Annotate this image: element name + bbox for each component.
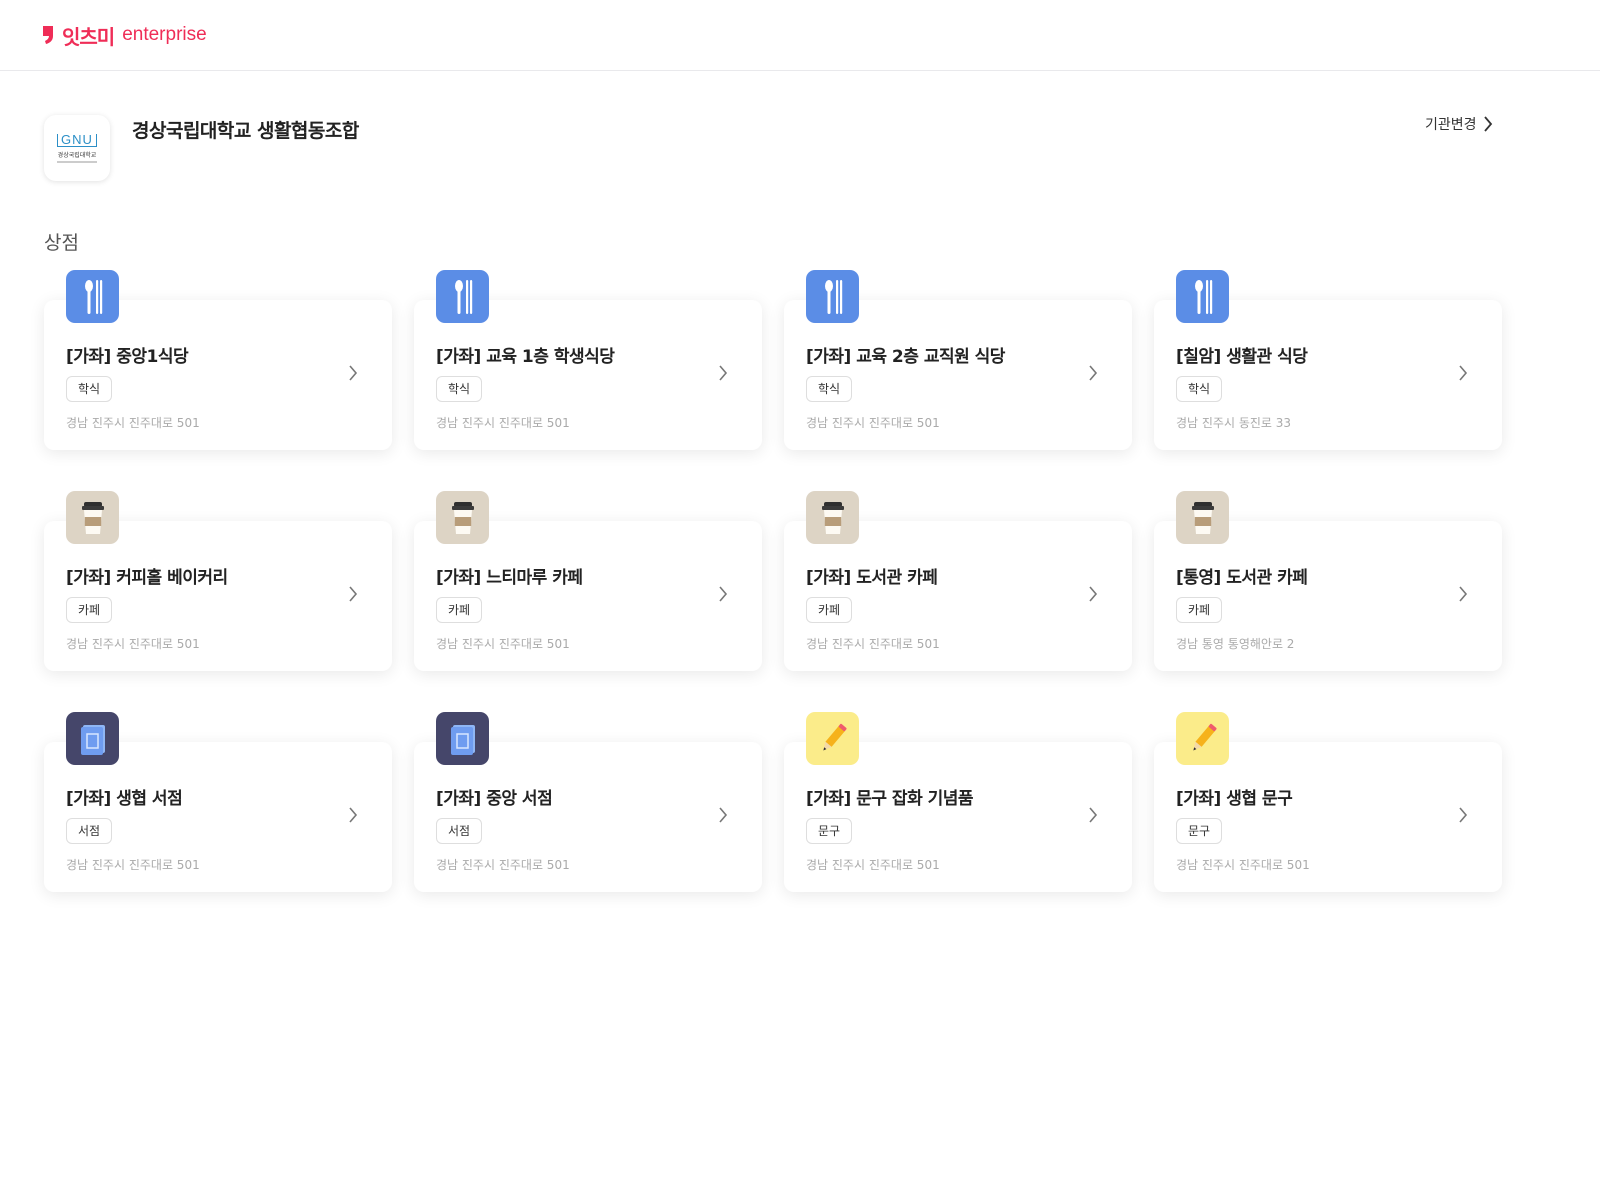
store-category-tag: 카페: [66, 597, 113, 623]
book-icon: [66, 712, 119, 765]
store-name: [통영] 도서관 카페: [1176, 568, 1308, 588]
store-card[interactable]: [가좌] 교육 1층 학생식당학식경남 진주시 진주대로 501: [414, 270, 762, 450]
coffee-cup-icon: [1176, 491, 1229, 544]
chevron-right-icon: [348, 364, 358, 386]
change-organization-button[interactable]: 기관변경: [1425, 114, 1493, 134]
store-card[interactable]: [통영] 도서관 카페카페경남 통영 통영해안로 2: [1154, 491, 1502, 671]
pencil-icon: [1176, 712, 1229, 765]
chevron-right-icon: [1088, 806, 1098, 828]
store-category-tag: 서점: [66, 818, 113, 844]
chevron-right-icon: [718, 585, 728, 607]
store-name: [가좌] 생협 서점: [66, 789, 183, 809]
store-card[interactable]: [가좌] 커피홀 베이커리카페경남 진주시 진주대로 501: [44, 491, 392, 671]
brand-name-en: enterprise: [122, 24, 207, 45]
store-category-tag: 문구: [1176, 818, 1223, 844]
change-organization-label: 기관변경: [1425, 117, 1477, 133]
chevron-right-icon: [718, 364, 728, 386]
store-address: 경남 통영 통영해안로 2: [1176, 637, 1295, 651]
utensils-icon: [1176, 270, 1229, 323]
store-name: [가좌] 교육 1층 학생식당: [436, 347, 615, 367]
store-address: 경남 진주시 진주대로 501: [436, 637, 570, 651]
store-address: 경남 진주시 진주대로 501: [436, 858, 570, 872]
store-card[interactable]: [가좌] 중앙 서점서점경남 진주시 진주대로 501: [414, 712, 762, 892]
section-title: 상점: [44, 232, 79, 254]
store-name: [가좌] 문구 잡화 기념품: [806, 789, 974, 809]
store-category-tag: 카페: [436, 597, 483, 623]
store-category-tag: 카페: [1176, 597, 1223, 623]
chevron-right-icon: [1458, 364, 1468, 386]
store-address: 경남 진주시 진주대로 501: [66, 416, 200, 430]
store-address: 경남 진주시 진주대로 501: [806, 416, 940, 430]
organization-logo: GNU 경상국립대학교: [44, 115, 110, 181]
brand-name-ko: 잇츠미: [62, 24, 115, 49]
organization-name: 경상국립대학교 생활협동조합: [132, 120, 359, 142]
store-category-tag: 서점: [436, 818, 483, 844]
store-card[interactable]: [가좌] 도서관 카페카페경남 진주시 진주대로 501: [784, 491, 1132, 671]
chevron-right-icon: [718, 806, 728, 828]
store-address: 경남 진주시 진주대로 501: [66, 637, 200, 651]
coffee-cup-icon: [806, 491, 859, 544]
store-card[interactable]: [가좌] 생협 서점서점경남 진주시 진주대로 501: [44, 712, 392, 892]
store-category-tag: 문구: [806, 818, 853, 844]
store-name: [가좌] 교육 2층 교직원 식당: [806, 347, 1005, 367]
store-address: 경남 진주시 진주대로 501: [806, 637, 940, 651]
store-name: [가좌] 커피홀 베이커리: [66, 568, 228, 588]
chevron-right-icon: [1088, 364, 1098, 386]
store-category-tag: 카페: [806, 597, 853, 623]
store-name: [가좌] 느티마루 카페: [436, 568, 583, 588]
organization-logo-line: [57, 160, 97, 163]
chevron-right-icon: [1088, 585, 1098, 607]
chevron-right-icon: [348, 585, 358, 607]
store-category-tag: 학식: [66, 376, 113, 402]
store-card[interactable]: [가좌] 중앙1식당학식경남 진주시 진주대로 501: [44, 270, 392, 450]
store-address: 경남 진주시 진주대로 501: [436, 416, 570, 430]
chevron-right-icon: [1458, 585, 1468, 607]
chevron-right-icon: [1483, 116, 1492, 132]
store-grid: [가좌] 중앙1식당 학식 경남 진주시 진주대로 501 [가좌] 교육 1층 학생…: [44, 270, 1504, 892]
utensils-icon: [66, 270, 119, 323]
store-card[interactable]: [가좌] 생협 문구문구경남 진주시 진주대로 501: [1154, 712, 1502, 892]
brand-mark-icon: [43, 26, 53, 44]
store-name: [칠암] 생활관 식당: [1176, 347, 1308, 367]
store-card[interactable]: [칠암] 생활관 식당학식경남 진주시 동진로 33: [1154, 270, 1502, 450]
coffee-cup-icon: [66, 491, 119, 544]
store-name: [가좌] 중앙 서점: [436, 789, 553, 809]
store-address: 경남 진주시 진주대로 501: [66, 858, 200, 872]
store-category-tag: 학식: [1176, 376, 1223, 402]
organization-logo-subtext: 경상국립대학교: [57, 151, 97, 159]
store-card[interactable]: [가좌] 느티마루 카페카페경남 진주시 진주대로 501: [414, 491, 762, 671]
chevron-right-icon: [1458, 806, 1468, 828]
utensils-icon: [806, 270, 859, 323]
store-card[interactable]: [가좌] 문구 잡화 기념품문구경남 진주시 진주대로 501: [784, 712, 1132, 892]
store-name: [가좌] 중앙1식당: [66, 347, 189, 367]
utensils-icon: [436, 270, 489, 323]
pencil-icon: [806, 712, 859, 765]
store-address: 경남 진주시 진주대로 501: [1176, 858, 1310, 872]
coffee-cup-icon: [436, 491, 489, 544]
book-icon: [436, 712, 489, 765]
organization-logo-text: GNU: [57, 133, 97, 147]
brand-logo[interactable]: 잇츠미 enterprise: [42, 20, 207, 50]
store-address: 경남 진주시 진주대로 501: [806, 858, 940, 872]
chevron-right-icon: [348, 806, 358, 828]
store-card[interactable]: [가좌] 교육 2층 교직원 식당학식경남 진주시 진주대로 501: [784, 270, 1132, 450]
store-category-tag: 학식: [436, 376, 483, 402]
store-name: [가좌] 도서관 카페: [806, 568, 938, 588]
store-category-tag: 학식: [806, 376, 853, 402]
store-name: [가좌] 생협 문구: [1176, 789, 1293, 809]
store-address: 경남 진주시 동진로 33: [1176, 416, 1292, 430]
top-bar: 잇츠미 enterprise: [0, 0, 1600, 71]
